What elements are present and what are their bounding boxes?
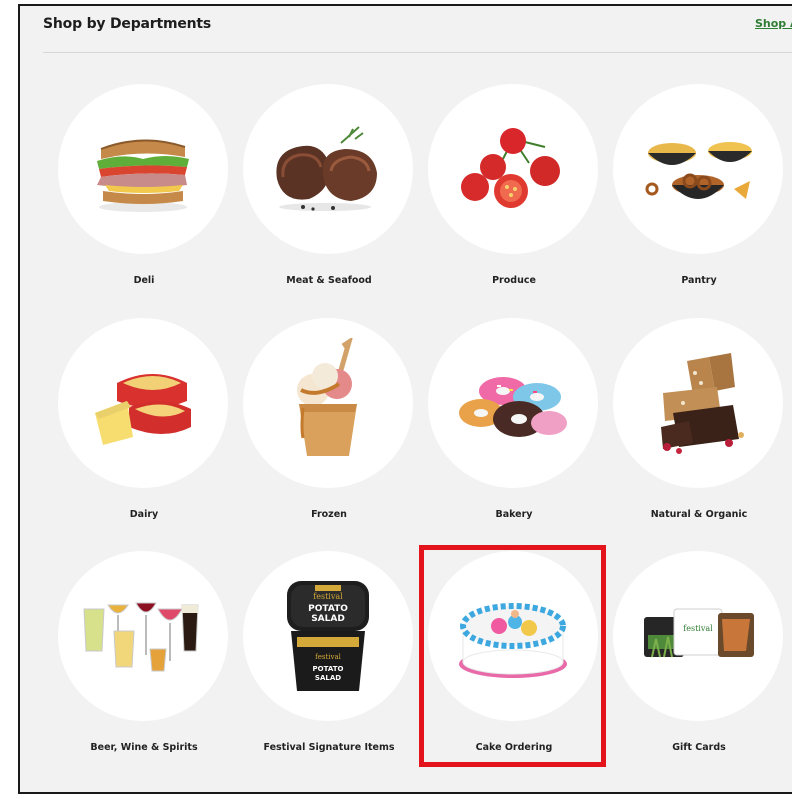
gift-cards-icon: festival [644,608,754,658]
ice-cream-icon [297,338,357,456]
header-divider [43,52,792,53]
section-title: Shop by Departments [43,16,212,32]
dairy-label: Dairy [129,509,159,520]
frozen-label: Frozen [311,509,347,520]
snacks-icon [645,142,752,199]
deli-label: Deli [133,275,155,286]
department-tile-meat-seafood[interactable]: Meat & Seafood [243,84,415,286]
gift-card-brand-text: festival [683,624,713,633]
meat-seafood-image [243,84,413,254]
lid-product-text-line1: POTATO [308,604,348,614]
deli-image [58,84,228,254]
potato-salad-tub-icon: festival POTATO SALAD festival POTATO SA… [287,581,369,691]
cheese-icon [95,374,191,445]
department-tile-gift-cards[interactable]: festival Gift Cards [613,551,785,753]
beer-wine-spirits-image [58,551,228,721]
department-tile-deli[interactable]: Deli [58,84,230,286]
frozen-image [243,318,413,488]
sandwich-icon [97,139,189,212]
steak-icon [276,126,377,211]
tub-product-text-line1: POTATO [313,665,344,673]
shop-all-link[interactable]: Shop All [755,17,792,30]
festival-signature-items-image: festival POTATO SALAD festival POTATO SA… [243,551,413,721]
produce-label: Produce [492,275,536,286]
department-tile-beer-wine-spirits[interactable]: Beer, Wine & Spirits [58,551,230,753]
department-tile-frozen[interactable]: Frozen [243,318,415,520]
dairy-image [58,318,228,488]
tub-brand-text: festival [315,653,342,661]
gift-cards-image: festival [613,551,783,721]
beer-wine-spirits-label: Beer, Wine & Spirits [90,742,198,753]
department-tile-cake-ordering[interactable]: Cake Ordering [428,551,600,753]
department-tile-pantry[interactable]: Pantry [613,84,785,286]
department-tile-produce[interactable]: Produce [428,84,600,286]
department-tile-dairy[interactable]: Dairy [58,318,230,520]
gift-cards-label: Gift Cards [672,742,726,753]
meat-seafood-label: Meat & Seafood [286,275,372,286]
departments-panel: Shop by Departments Shop All Deli [18,4,792,794]
department-tile-natural-organic[interactable]: Natural & Organic [613,318,785,520]
festival-signature-items-label: Festival Signature Items [263,742,395,753]
granola-bar-icon [661,353,744,454]
cake-ordering-image [428,551,598,721]
department-tile-festival-signature-items[interactable]: festival POTATO SALAD festival POTATO SA… [243,551,415,753]
bakery-label: Bakery [495,509,533,520]
glasses-icon [83,602,199,672]
department-tile-bakery[interactable]: Bakery [428,318,600,520]
tomatoes-icon [461,128,560,208]
bakery-image [428,318,598,488]
cake-icon [459,603,567,678]
lid-product-text-line2: SALAD [311,614,345,624]
cake-ordering-label: Cake Ordering [475,742,553,753]
donuts-icon [459,377,567,437]
natural-organic-label: Natural & Organic [650,509,748,520]
tub-product-text-line2: SALAD [315,674,341,682]
pantry-image [613,84,783,254]
produce-image [428,84,598,254]
lid-brand-text: festival [313,592,343,601]
natural-organic-image [613,318,783,488]
pantry-label: Pantry [681,275,717,286]
